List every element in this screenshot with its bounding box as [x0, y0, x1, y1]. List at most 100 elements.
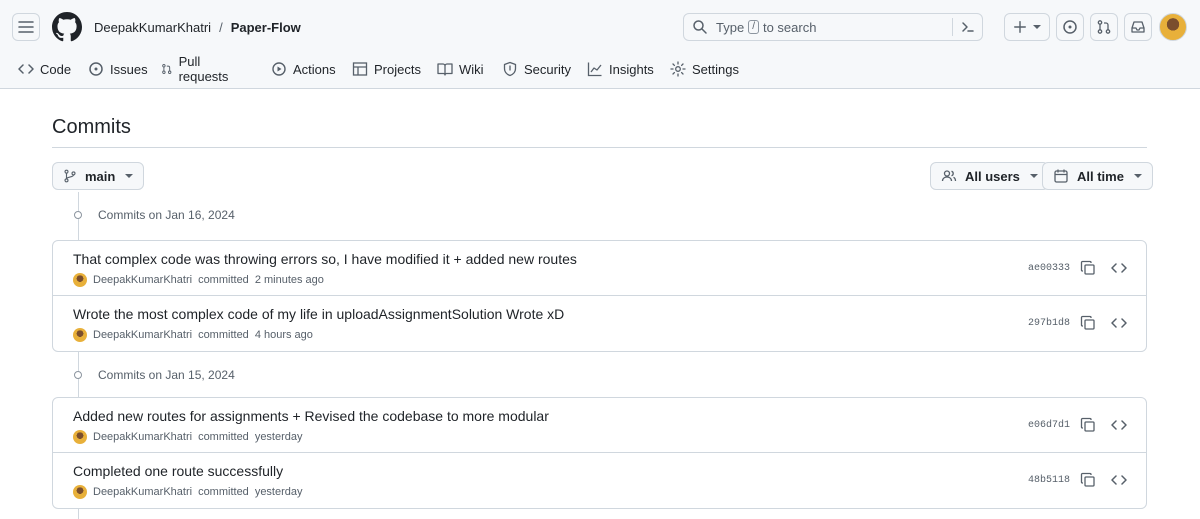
global-header: DeepakKumarKhatri / Paper-Flow Type / to…: [0, 0, 1200, 89]
branch-icon: [64, 169, 76, 183]
commit-author-link[interactable]: DeepakKumarKhatri: [93, 274, 192, 286]
breadcrumb: DeepakKumarKhatri / Paper-Flow: [94, 20, 301, 35]
tab-projects[interactable]: Projects: [352, 57, 421, 81]
calendar-icon: [1054, 169, 1068, 183]
commit-row: Added new routes for assignments + Revis…: [53, 398, 1146, 453]
hamburger-menu-button[interactable]: [12, 13, 40, 41]
inbox-icon: [1131, 21, 1145, 33]
chevron-down-icon: [1033, 25, 1041, 29]
tab-wiki-label: Wiki: [459, 61, 484, 77]
commit-author-link[interactable]: DeepakKumarKhatri: [93, 486, 192, 498]
tab-wiki[interactable]: Wiki: [437, 57, 484, 81]
hamburger-icon: [18, 21, 34, 33]
time-filter-label: All time: [1077, 168, 1124, 184]
commit-message-link[interactable]: That complex code was throwing errors so…: [73, 251, 577, 267]
commit-action: committed: [198, 329, 249, 341]
commit-list: Added new routes for assignments + Revis…: [52, 397, 1147, 509]
tab-security[interactable]: Security: [502, 57, 571, 81]
commit-row: Wrote the most complex code of my life i…: [53, 296, 1146, 351]
pull-requests-button[interactable]: [1090, 13, 1118, 41]
commit-sha-link[interactable]: 48b5118: [1028, 475, 1070, 486]
tab-issues[interactable]: Issues: [88, 57, 148, 81]
commit-author-link[interactable]: DeepakKumarKhatri: [93, 329, 192, 341]
copy-icon[interactable]: [1080, 417, 1096, 433]
commit-sha-link[interactable]: 297b1d8: [1028, 318, 1070, 329]
breadcrumb-separator: /: [219, 20, 223, 35]
tab-insights[interactable]: Insights: [587, 57, 654, 81]
commit-row: That complex code was throwing errors so…: [53, 241, 1146, 296]
browse-code-icon[interactable]: [1111, 315, 1127, 331]
commit-group-heading: Commits on Jan 16, 2024: [70, 208, 235, 222]
copy-icon[interactable]: [1080, 472, 1096, 488]
time-filter-button[interactable]: All time: [1042, 162, 1153, 190]
commit-meta: DeepakKumarKhatri committed 2 minutes ag…: [73, 273, 324, 287]
repo-owner-link[interactable]: DeepakKumarKhatri: [94, 20, 211, 35]
page-title: Commits: [52, 116, 131, 138]
search-placeholder-end: to search: [762, 19, 817, 35]
branch-select-button[interactable]: main: [52, 162, 145, 190]
issue-icon: [89, 62, 103, 76]
chevron-down-icon: [1029, 174, 1038, 178]
copy-icon[interactable]: [1080, 315, 1096, 331]
search-divider: [952, 18, 953, 36]
issues-button[interactable]: [1056, 13, 1084, 41]
search-placeholder: Type / to search: [716, 20, 816, 35]
tab-actions[interactable]: Actions: [271, 57, 336, 81]
browse-code-icon[interactable]: [1111, 417, 1127, 433]
tab-projects-label: Projects: [374, 61, 421, 77]
plus-icon: [1014, 21, 1026, 33]
commit-action: committed: [198, 431, 249, 443]
tab-pull-requests[interactable]: Pull requests: [161, 54, 233, 84]
avatar[interactable]: [73, 273, 87, 287]
avatar[interactable]: [73, 430, 87, 444]
tab-security-label: Security: [524, 61, 571, 77]
browse-code-icon[interactable]: [1111, 260, 1127, 276]
search-placeholder-start: Type: [716, 19, 745, 35]
tab-settings[interactable]: Settings: [670, 57, 739, 81]
command-palette-icon[interactable]: [960, 19, 976, 35]
users-filter-button[interactable]: All users: [930, 162, 1049, 190]
create-new-button[interactable]: [1004, 13, 1050, 41]
tab-code[interactable]: Code: [18, 57, 71, 81]
github-logo-icon[interactable]: [52, 12, 82, 42]
play-icon: [272, 62, 286, 76]
commit-meta: DeepakKumarKhatri committed yesterday: [73, 430, 303, 444]
commit-message-link[interactable]: Wrote the most complex code of my life i…: [73, 306, 564, 322]
copy-icon[interactable]: [1080, 260, 1096, 276]
commit-group-date: Commits on Jan 16, 2024: [98, 208, 235, 222]
commit-group-date: Commits on Jan 15, 2024: [98, 368, 235, 382]
avatar[interactable]: [1159, 13, 1187, 41]
commit-message-link[interactable]: Completed one route successfully: [73, 463, 283, 479]
gear-icon: [670, 61, 686, 77]
table-icon: [352, 62, 368, 76]
commit-dot-icon: [70, 369, 86, 381]
people-icon: [941, 170, 957, 182]
commit-time: yesterday: [254, 431, 303, 443]
commit-sha-link[interactable]: e06d7d1: [1028, 420, 1070, 431]
shield-icon: [503, 61, 517, 77]
browse-code-icon[interactable]: [1111, 472, 1127, 488]
commit-meta: DeepakKumarKhatri committed yesterday: [73, 485, 303, 499]
repo-name-link[interactable]: Paper-Flow: [231, 20, 301, 35]
commit-sha-link[interactable]: ae00333: [1028, 263, 1070, 274]
avatar[interactable]: [73, 485, 87, 499]
pull-request-icon: [1097, 20, 1111, 34]
code-icon: [18, 64, 34, 74]
users-filter-label: All users: [965, 168, 1020, 184]
issue-icon: [1063, 20, 1077, 34]
commit-message-link[interactable]: Added new routes for assignments + Revis…: [73, 408, 549, 424]
commit-row: Completed one route successfully DeepakK…: [53, 453, 1146, 508]
avatar[interactable]: [73, 328, 87, 342]
commit-author-link[interactable]: DeepakKumarKhatri: [93, 431, 192, 443]
tab-settings-label: Settings: [692, 61, 739, 77]
tab-actions-label: Actions: [293, 61, 336, 77]
chevron-down-icon: [125, 174, 134, 178]
commit-action: committed: [198, 486, 249, 498]
search-input[interactable]: Type / to search: [683, 13, 983, 41]
branch-select-label: main: [85, 168, 116, 184]
commit-time: yesterday: [254, 486, 303, 498]
inbox-button[interactable]: [1124, 13, 1152, 41]
commit-dot-icon: [70, 209, 86, 221]
tab-code-label: Code: [40, 61, 72, 77]
graph-icon: [587, 62, 602, 77]
